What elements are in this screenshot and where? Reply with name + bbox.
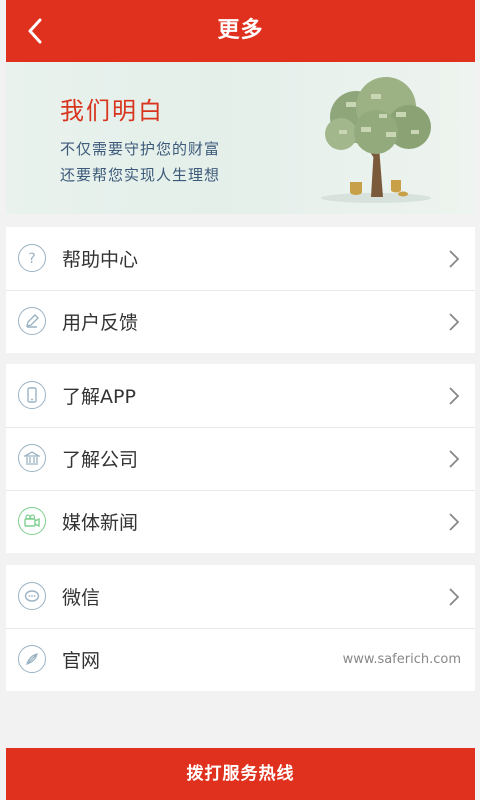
menu-item-about-company[interactable]: 了解公司 [6,427,475,490]
menu-item-label: 官网 [62,650,101,672]
menu-group-about: 了解APP 了解公司 媒体新闻 [6,364,475,553]
call-hotline-button[interactable]: 拨打服务热线 [6,748,475,800]
chevron-right-icon [449,387,460,405]
chevron-right-icon [449,250,460,268]
chevron-right-icon [449,588,460,606]
phone-icon [18,381,46,409]
promo-banner: 我们明白 不仅需要守护您的财富 还要帮您实现人生理想 [6,62,475,214]
svg-text:?: ? [28,251,35,266]
banner-tagline-1: 不仅需要守护您的财富 [60,140,221,158]
menu-item-label: 用户反馈 [62,312,139,334]
menu-item-help-center[interactable]: ? 帮助中心 [6,227,475,290]
menu-item-label: 微信 [62,587,101,609]
menu-item-label: 了解APP [62,386,136,408]
page-title: 更多 [217,18,264,43]
chevron-right-icon [449,450,460,468]
chevron-right-icon [449,313,460,331]
menu-group-support: ? 帮助中心 用户反馈 [6,227,475,353]
menu-item-wechat[interactable]: 微信 [6,565,475,628]
menu-item-media-news[interactable]: 媒体新闻 [6,490,475,553]
bank-building-icon [18,444,46,472]
menu-item-label: 帮助中心 [62,249,139,271]
menu-group-contact: 微信 官网 www.saferich.com [6,565,475,691]
question-icon: ? [18,244,46,272]
menu-item-label: 了解公司 [62,449,139,471]
video-camera-icon [18,507,46,535]
menu-item-official-website[interactable]: 官网 www.saferich.com [6,628,475,691]
chevron-right-icon [449,513,460,531]
pencil-icon [18,307,46,335]
money-tree-illustration [321,77,431,203]
menu-item-label: 媒体新闻 [62,512,139,534]
menu-item-about-app[interactable]: 了解APP [6,364,475,427]
top-bar: 更多 [6,0,475,62]
compass-globe-icon [18,645,46,673]
banner-title: 我们明白 [60,97,164,125]
website-url[interactable]: www.saferich.com [343,652,461,667]
menu-item-user-feedback[interactable]: 用户反馈 [6,290,475,353]
chat-bubble-icon [18,582,46,610]
banner-tagline-2: 还要帮您实现人生理想 [60,166,221,184]
